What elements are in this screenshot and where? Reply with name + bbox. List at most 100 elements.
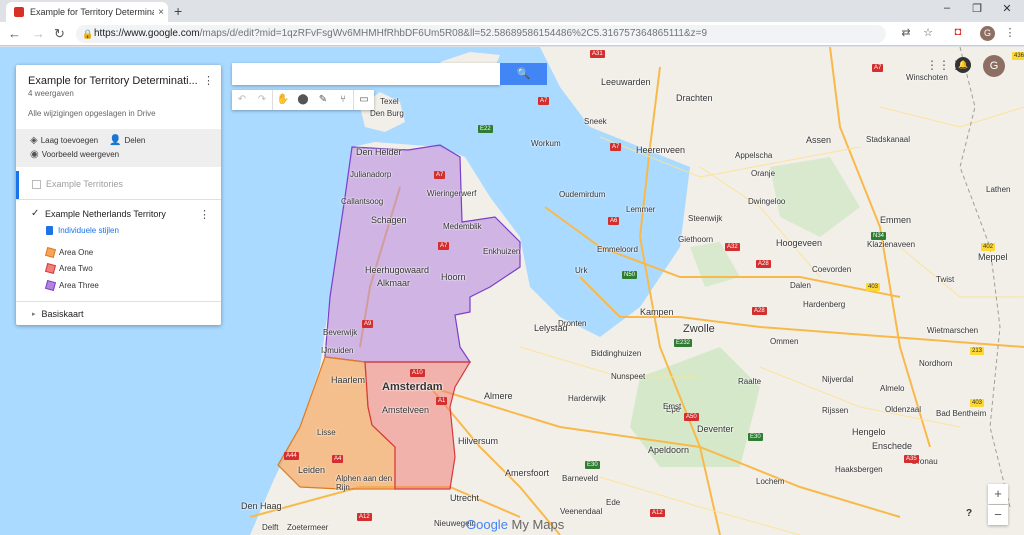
forward-icon[interactable]: → — [32, 26, 45, 41]
map-options-icon[interactable]: ⋮ — [203, 74, 214, 87]
label-medemblik: Medemblik — [443, 222, 482, 231]
area-two-item[interactable]: Area Two — [44, 262, 93, 275]
new-tab-button[interactable]: + — [174, 3, 182, 19]
hand-select-icon[interactable]: ✋ — [273, 90, 293, 110]
expand-arrow-icon: ▸ — [32, 311, 36, 318]
label-workum: Workum — [531, 139, 561, 148]
area-one-item[interactable]: Area One — [44, 246, 93, 259]
browser-menu-icon[interactable]: ⋮ — [1002, 26, 1018, 39]
help-icon[interactable]: ? — [966, 508, 972, 519]
zoom-out-button[interactable]: − — [988, 505, 1008, 525]
label-almelo: Almelo — [880, 384, 905, 393]
label-stadskanaal: Stadskanaal — [866, 135, 911, 144]
tab-close-icon[interactable]: × — [154, 7, 168, 18]
eye-icon: ◉ — [30, 149, 39, 160]
label-ijmuiden: IJmuiden — [321, 346, 354, 355]
add-person-icon: 👤 — [109, 135, 122, 146]
layer-label: Example Territories — [46, 179, 123, 189]
road-shield: A7 — [434, 171, 446, 179]
bookmark-star-icon[interactable]: ☆ — [920, 26, 936, 39]
zoom-in-button[interactable]: + — [988, 484, 1008, 504]
road-shield: N34 — [871, 232, 887, 240]
label-leeuwarden: Leeuwarden — [601, 77, 651, 87]
label-assen: Assen — [806, 135, 832, 145]
google-my-maps-logo: Google My Maps — [466, 517, 564, 532]
road-shield: A31 — [590, 50, 605, 58]
label-amersfoort: Amersfoort — [505, 468, 550, 478]
area-three-item[interactable]: Area Three — [44, 279, 99, 292]
road-shield: 213 — [970, 347, 985, 355]
url-bar[interactable]: 🔒 https://www.google.com/maps/d/edit?mid… — [76, 25, 886, 43]
directions-icon[interactable]: ⑂ — [333, 90, 353, 110]
label-zoetermeer: Zoetermeer — [287, 523, 329, 532]
road-shield: E232 — [674, 339, 693, 347]
label-heerenveen: Heerenveen — [636, 145, 686, 155]
road-shield: A44 — [284, 452, 299, 460]
url-host: https://www.google.com — [94, 28, 200, 39]
layer-checkbox[interactable] — [32, 180, 41, 189]
basemap-toggle[interactable]: ▸ Basiskaart — [32, 309, 84, 319]
layer-checkbox-checked[interactable]: ✓ — [31, 208, 39, 219]
individual-styles-link[interactable]: Individuele stijlen — [46, 226, 119, 235]
back-icon[interactable]: ← — [8, 26, 21, 41]
share-button[interactable]: 👤 Delen — [109, 135, 145, 146]
label-deventer: Deventer — [697, 424, 734, 434]
label-wietmarschen: Wietmarschen — [927, 326, 979, 335]
reload-icon[interactable]: ↻ — [54, 26, 65, 42]
label-dwingeloo: Dwingeloo — [748, 197, 786, 206]
add-marker-icon[interactable]: ⬤ — [293, 90, 313, 110]
road-shield: A28 — [752, 307, 767, 315]
map-panel: Example for Territory Determinati... ⋮ 4… — [16, 65, 221, 325]
close-window-button[interactable]: ✕ — [992, 2, 1022, 15]
label-oudemirdum: Oudemirdum — [559, 190, 606, 199]
road-shield: A1 — [436, 397, 448, 405]
search-input[interactable] — [232, 63, 500, 85]
layer-options-icon[interactable]: ⋮ — [199, 208, 210, 221]
measure-ruler-icon[interactable]: ▭ — [354, 90, 374, 110]
label-appelscha: Appelscha — [735, 151, 773, 160]
draw-line-icon[interactable]: ✎ — [313, 90, 333, 110]
label-alphen: Alphen aan den Rijn — [336, 474, 393, 492]
save-status: Alle wijzigingen opgeslagen in Drive — [28, 109, 156, 118]
road-shield: E30 — [748, 433, 763, 441]
undo-icon[interactable]: ↶ — [232, 90, 252, 110]
label-raalte: Raalte — [738, 377, 762, 386]
layer-example-territories[interactable]: Example Territories — [16, 171, 221, 199]
layer-label[interactable]: Example Netherlands Territory — [45, 209, 166, 219]
preview-button[interactable]: ◉ Voorbeeld weergeven — [30, 149, 119, 160]
minimize-button[interactable]: – — [932, 2, 962, 14]
label-texel: Texel — [380, 97, 399, 106]
label-harderwijk: Harderwijk — [568, 394, 606, 403]
label-nunspeet: Nunspeet — [611, 372, 646, 381]
label-amstelveen: Amstelveen — [382, 405, 430, 415]
polygon-icon[interactable] — [44, 262, 57, 275]
account-avatar[interactable]: G — [983, 55, 1005, 77]
divider — [16, 301, 221, 302]
notifications-bell-icon[interactable]: 🔔 — [955, 57, 971, 73]
search-icon: 🔍 — [516, 68, 531, 80]
share-label: Delen — [124, 136, 146, 145]
label-enschede: Enschede — [872, 441, 913, 451]
label-callantsoog: Callantsoog — [341, 197, 384, 206]
road-shield: A4 — [332, 455, 344, 463]
road-shield: E22 — [478, 125, 493, 133]
label-nijverdal: Nijverdal — [822, 375, 854, 384]
add-layer-button[interactable]: ◈ Laag toevoegen — [30, 135, 98, 146]
browser-tab[interactable]: Example for Territory Determinati × — [6, 2, 168, 22]
label-delft: Delft — [262, 523, 279, 532]
label-oldenzaal: Oldenzaal — [885, 405, 922, 414]
search-button[interactable]: 🔍 — [500, 63, 547, 85]
polygon-icon[interactable] — [44, 246, 57, 259]
area-label: Area Three — [59, 281, 99, 290]
label-heerhugowaard: Heerhugowaard — [365, 265, 430, 275]
label-klazienaveen: Klazienaveen — [867, 240, 916, 249]
polygon-icon[interactable] — [44, 279, 57, 292]
map-title[interactable]: Example for Territory Determinati... — [28, 75, 200, 87]
translate-icon[interactable]: ⇄ — [898, 26, 914, 39]
maximize-button[interactable]: ❐ — [962, 2, 992, 15]
road-shield: A9 — [362, 320, 374, 328]
redo-icon[interactable]: ↷ — [252, 90, 272, 110]
browser-profile-avatar[interactable]: G — [980, 26, 995, 41]
label-wieringerwerf: Wieringerwerf — [427, 189, 477, 198]
extension-icon[interactable]: ◘ — [950, 26, 966, 38]
